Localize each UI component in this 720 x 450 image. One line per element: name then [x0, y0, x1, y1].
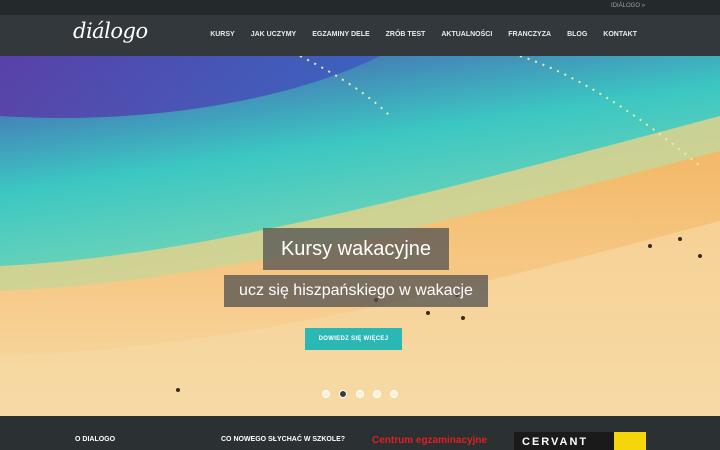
partner-logo-text: CERVANT [522, 436, 589, 448]
footer-heading-about: O DIALOGO [75, 436, 116, 443]
nav-item-kursy[interactable]: KURSY [210, 31, 235, 38]
slider-dot-2[interactable] [339, 390, 347, 398]
slider-dot-1[interactable] [322, 390, 330, 398]
hero-slider[interactable]: Kursy wakacyjne ucz się hiszpańskiego w … [0, 56, 720, 416]
main-navbar: diálogo KURSY JAK UCZYMY EGZAMINY DELE Z… [0, 15, 720, 56]
partner-logo-accent [614, 432, 646, 450]
footer-heading-news: CO NOWEGO SŁYCHAĆ W SZKOLE? [221, 436, 346, 443]
nav-item-jak-uczymy[interactable]: JAK UCZYMY [251, 31, 297, 38]
nav-item-zrob-test[interactable]: ZRÓB TEST [386, 31, 426, 38]
partner-logo[interactable]: CERVANT [514, 432, 646, 450]
learn-more-button[interactable]: DOWIEDZ SIĘ WIĘCEJ [305, 328, 402, 350]
top-bar: IDIÁLOGO » [0, 0, 720, 15]
main-nav: KURSY JAK UCZYMY EGZAMINY DELE ZRÓB TEST… [194, 31, 637, 38]
nav-item-blog[interactable]: BLOG [567, 31, 587, 38]
nav-item-kontakt[interactable]: KONTAKT [603, 31, 637, 38]
slider-dot-4[interactable] [373, 390, 381, 398]
slide-title: Kursy wakacyjne [263, 228, 449, 270]
nav-item-franczyza[interactable]: FRANCZYZA [508, 31, 551, 38]
nav-item-aktualnosci[interactable]: AKTUALNOŚCI [441, 31, 492, 38]
slider-dot-5[interactable] [390, 390, 398, 398]
slide-subtitle: ucz się hiszpańskiego w wakacje [224, 275, 488, 307]
site-logo[interactable]: diálogo [73, 19, 148, 43]
slider-pagination [322, 390, 398, 398]
idialogo-link[interactable]: IDIÁLOGO » [611, 3, 645, 9]
footer: O DIALOGO CO NOWEGO SŁYCHAĆ W SZKOLE? Ce… [0, 416, 720, 450]
nav-item-egzaminy-dele[interactable]: EGZAMINY DELE [312, 31, 369, 38]
exam-center-link[interactable]: Centrum egzaminacyjne [372, 435, 487, 446]
slider-dot-3[interactable] [356, 390, 364, 398]
